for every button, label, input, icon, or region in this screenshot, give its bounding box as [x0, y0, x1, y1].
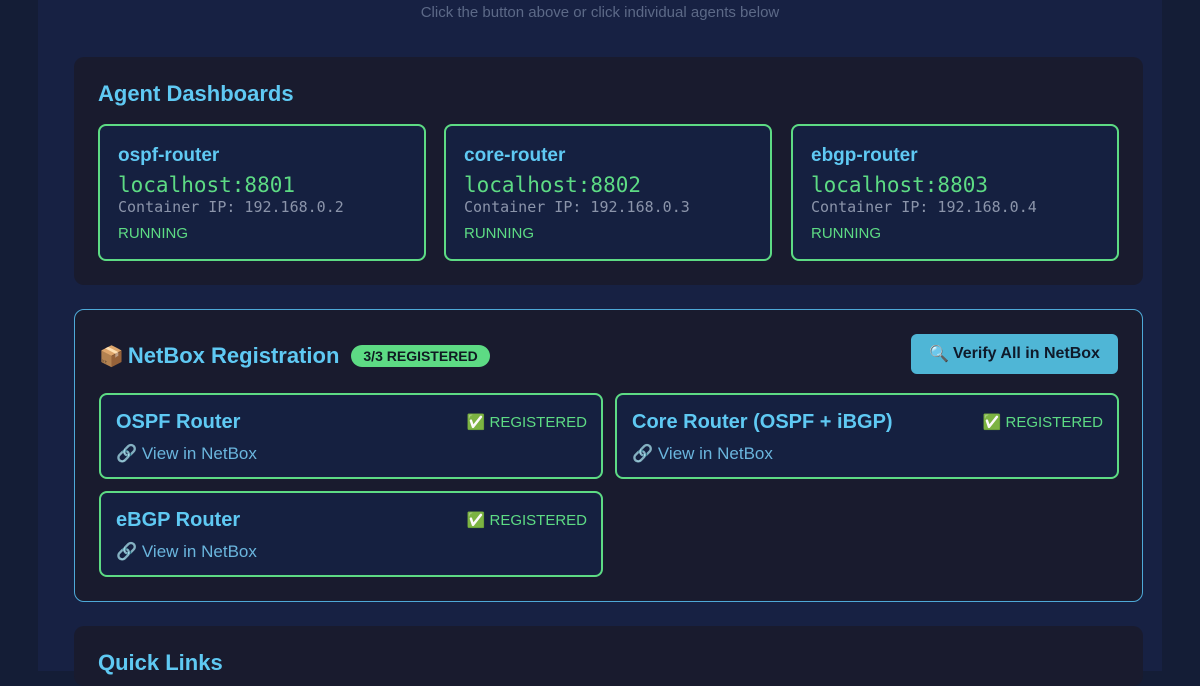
- registration-card-ebgp-router: eBGP Router ✅ REGISTERED 🔗 View in NetBo…: [99, 491, 603, 577]
- agent-card-ebgp-router[interactable]: ebgp-router localhost:8803 Container IP:…: [791, 124, 1119, 261]
- agent-card-core-router[interactable]: core-router localhost:8802 Container IP:…: [444, 124, 772, 261]
- registration-card-ospf-router: OSPF Router ✅ REGISTERED 🔗 View in NetBo…: [99, 393, 603, 479]
- netbox-title: NetBox Registration: [127, 343, 340, 368]
- router-name: Core Router (OSPF + iBGP): [632, 411, 893, 433]
- magnifier-icon: 🔍: [929, 346, 949, 363]
- quick-links-panel: Quick Links: [74, 626, 1143, 686]
- agent-name: core-router: [464, 145, 566, 166]
- package-icon: 📦: [99, 345, 124, 368]
- agent-name: ospf-router: [118, 145, 220, 166]
- router-name: eBGP Router: [116, 509, 241, 531]
- registration-card-core-router: Core Router (OSPF + iBGP) ✅ REGISTERED 🔗…: [615, 393, 1119, 479]
- agent-host: localhost:8802: [464, 173, 642, 197]
- agent-container-ip: Container IP: 192.168.0.3: [464, 198, 690, 216]
- netbox-registration-panel: 📦 NetBox Registration 3/3 REGISTERED 🔍 V…: [74, 309, 1143, 602]
- router-name: OSPF Router: [116, 411, 241, 433]
- view-in-netbox-link[interactable]: 🔗 View in NetBox: [116, 542, 257, 562]
- agent-status: RUNNING: [811, 225, 881, 242]
- quick-links-title: Quick Links: [98, 650, 223, 675]
- registration-status: ✅ REGISTERED: [466, 512, 587, 529]
- agent-name: ebgp-router: [811, 145, 918, 166]
- agent-container-ip: Container IP: 192.168.0.4: [811, 198, 1037, 216]
- agent-dashboards-panel: Agent Dashboards ospf-router localhost:8…: [74, 57, 1143, 285]
- agent-host: localhost:8803: [811, 173, 989, 197]
- verify-all-button[interactable]: 🔍 Verify All in NetBox: [911, 334, 1118, 374]
- verify-all-label: Verify All in NetBox: [952, 345, 1100, 362]
- agent-status: RUNNING: [118, 225, 188, 242]
- netbox-header: 📦 NetBox Registration 3/3 REGISTERED: [99, 341, 490, 371]
- agent-container-ip: Container IP: 192.168.0.2: [118, 198, 344, 216]
- agent-status: RUNNING: [464, 225, 534, 242]
- instruction-text: Click the button above or click individu…: [420, 4, 780, 21]
- view-in-netbox-link[interactable]: 🔗 View in NetBox: [116, 444, 257, 464]
- registration-status: ✅ REGISTERED: [466, 414, 587, 431]
- agent-card-ospf-router[interactable]: ospf-router localhost:8801 Container IP:…: [98, 124, 426, 261]
- agent-dashboards-title: Agent Dashboards: [98, 81, 294, 106]
- registered-count-badge: 3/3 REGISTERED: [351, 345, 490, 367]
- view-in-netbox-link[interactable]: 🔗 View in NetBox: [632, 444, 773, 464]
- agent-host: localhost:8801: [118, 173, 296, 197]
- registration-status: ✅ REGISTERED: [982, 414, 1103, 431]
